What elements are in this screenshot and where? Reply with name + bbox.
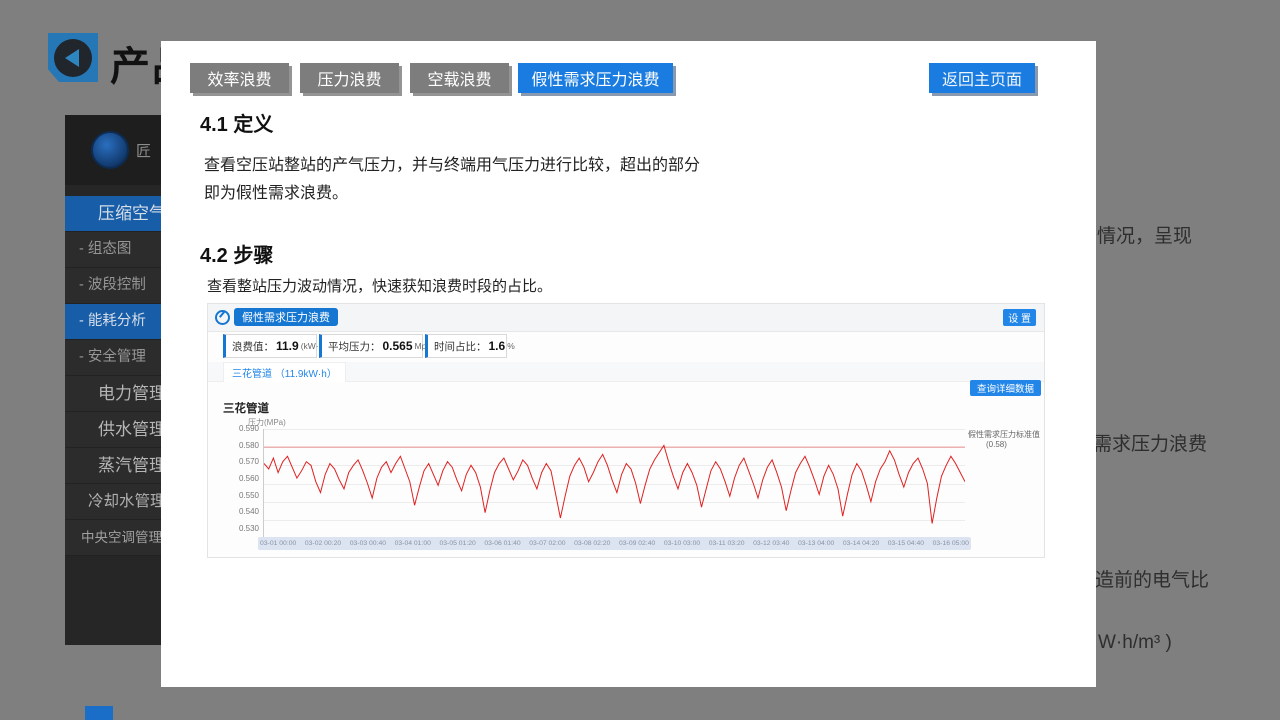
x-tick: 03-05 01:20 (440, 540, 476, 547)
x-tick: 03-16 05:00 (933, 540, 969, 547)
x-tick: 03-04 01:00 (395, 540, 431, 547)
pipeline-tab-row: 三花管道 （11.9kW·h） (208, 362, 1044, 382)
sidebar-item-water-supply[interactable]: 供水管理 (65, 412, 161, 448)
y-tick: 0.580 (239, 441, 259, 450)
sidebar-item-compressed-air[interactable]: 压缩空气 (65, 196, 161, 232)
query-detail-data-button[interactable]: 查询详细数据 (970, 380, 1041, 396)
y-tick: 0.550 (239, 491, 259, 500)
app-logo-text: 匠 (136, 140, 151, 161)
tab-pressure-waste[interactable]: 压力浪费 (300, 63, 399, 93)
sidebar-item-power-management[interactable]: 电力管理 (65, 376, 161, 412)
section-4-2-heading: 4.2 步骤 (200, 239, 273, 268)
y-tick: 0.590 (239, 424, 259, 433)
content-panel: 效率浪费 压力浪费 空载浪费 假性需求压力浪费 返回主页面 4.1 定义 查看空… (161, 41, 1096, 687)
back-icon[interactable] (48, 33, 98, 82)
pressure-series-line (264, 445, 965, 523)
x-tick: 03-06 01:40 (484, 540, 520, 547)
back-arrow-icon (65, 49, 79, 67)
screenshot-title-badge: 假性需求压力浪费 (234, 308, 338, 326)
chart-y-axis-ticks: 0.590 0.580 0.570 0.560 0.550 0.540 0.530 (226, 424, 259, 533)
pressure-line-chart (263, 429, 965, 538)
chart-svg (264, 429, 965, 538)
embedded-screenshot: 假性需求压力浪费 设 置 浪费值： 11.9 (kW·h) 平均压力： 0.56… (207, 303, 1045, 558)
chart-datazoom-slider[interactable]: 03-01 00:00 03-02 00:20 03-03 00:40 03-04 0… (258, 537, 971, 550)
stat-waste-value: 浪费值： 11.9 (kW·h) (223, 334, 317, 358)
sidebar-filler (65, 556, 161, 645)
sidebar-item-band-control[interactable]: - 波段控制 (65, 268, 161, 304)
sidebar-item-cooling-water[interactable]: 冷却水管理 (65, 484, 161, 520)
background-text-fragment: W·h/m³ ) (1098, 632, 1172, 654)
app-logo-icon (91, 131, 129, 169)
definition-text-line: 查看空压站整站的产气压力，并与终端用气压力进行比较，超出的部分 (204, 151, 700, 175)
back-icon-circle (54, 39, 92, 77)
chart-title: 三花管道 (223, 400, 269, 416)
x-tick: 03-15 04:40 (888, 540, 924, 547)
sidebar-item-config-diagram[interactable]: - 组态图 (65, 232, 161, 268)
partial-bottom-element (85, 706, 113, 720)
tab-efficiency-waste[interactable]: 效率浪费 (190, 63, 289, 93)
sidebar-item-central-ac[interactable]: 中央空调管理 (65, 520, 161, 556)
x-tick: 03-08 02:20 (574, 540, 610, 547)
sidebar: 匠 压缩空气 - 组态图 - 波段控制 - 能耗分析 - 安全管理 电力管理 供… (65, 115, 161, 645)
x-tick: 03-12 03:40 (753, 540, 789, 547)
x-tick: 03-11 03:20 (709, 540, 745, 547)
y-tick: 0.530 (239, 524, 259, 533)
x-tick: 03-14 04:20 (843, 540, 879, 547)
y-tick: 0.570 (239, 457, 259, 466)
tab-no-load-waste[interactable]: 空载浪费 (410, 63, 509, 93)
screen: 产品 匠 压缩空气 - 组态图 - 波段控制 - 能耗分析 - 安全管理 电力管… (0, 0, 1280, 720)
steps-text-line: 查看整站压力波动情况，快速获知浪费时段的占比。 (207, 275, 552, 296)
pipeline-tab-sanhua[interactable]: 三花管道 （11.9kW·h） (223, 362, 346, 382)
x-tick: 03-13 04:00 (798, 540, 834, 547)
x-tick: 03-09 02:40 (619, 540, 655, 547)
sidebar-item-steam-management[interactable]: 蒸汽管理 (65, 448, 161, 484)
screenshot-header: 假性需求压力浪费 设 置 (208, 304, 1044, 332)
x-tick: 03-03 00:40 (350, 540, 386, 547)
section-4-1-heading: 4.1 定义 (200, 108, 273, 137)
background-text-fragment: 需求压力浪费 (1093, 429, 1207, 456)
background-text-fragment: 造前的电气比 (1095, 565, 1209, 592)
stat-time-ratio: 时间占比： 1.6 % (425, 334, 507, 358)
sidebar-header: 匠 (65, 115, 161, 185)
gauge-icon (215, 310, 230, 325)
sidebar-gap (65, 185, 161, 196)
threshold-annotation: 假性需求压力标准值 (0.58) (968, 430, 1048, 450)
x-tick: 03-02 00:20 (305, 540, 341, 547)
background-text-fragment: 情况，呈现 (1097, 221, 1192, 248)
definition-text-line: 即为假性需求浪费。 (204, 179, 348, 203)
x-tick: 03-07 02:00 (529, 540, 565, 547)
sidebar-item-energy-analysis[interactable]: - 能耗分析 (65, 304, 161, 340)
x-tick: 03-10 03:00 (664, 540, 700, 547)
y-tick: 0.540 (239, 507, 259, 516)
settings-button[interactable]: 设 置 (1003, 309, 1036, 326)
stat-average-pressure: 平均压力： 0.565 Mpa (319, 334, 423, 358)
tab-artificial-demand-pressure-waste[interactable]: 假性需求压力浪费 (518, 63, 673, 93)
return-home-button[interactable]: 返回主页面 (929, 63, 1035, 93)
sidebar-item-safety-management[interactable]: - 安全管理 (65, 340, 161, 376)
y-tick: 0.560 (239, 474, 259, 483)
x-tick: 03-01 00:00 (260, 540, 296, 547)
